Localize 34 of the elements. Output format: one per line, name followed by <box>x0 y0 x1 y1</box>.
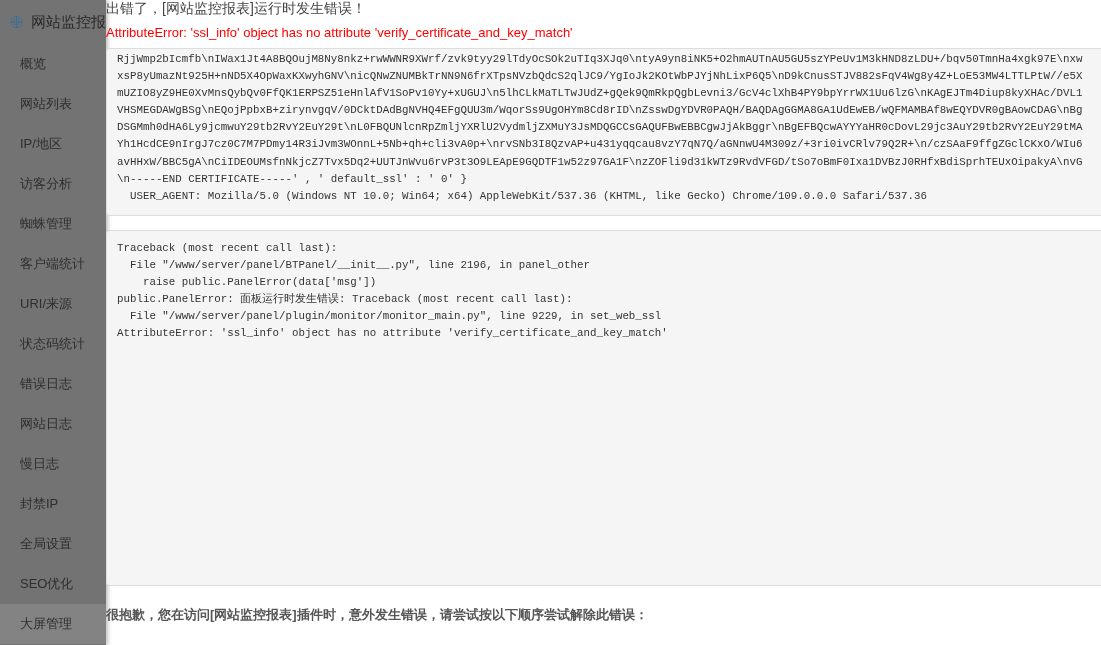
sidebar-item[interactable]: 大屏管理 <box>0 604 106 644</box>
error-message: AttributeError: 'ssl_info' object has no attribute 'verify_certificate_and_key_match' <box>106 25 574 42</box>
code-line: avHHxW/BBC5gA\nCiIDEOUMsfnNkjcZ7Tvx5Dq2+UUTJnWvu6rvP3t3O9LEApE9GQDTF1w52z97GA1F\nzZOFli9d31kWTz9RvdVFGD/tSo7oBmF0Ixa1DVBzJ0RHfxBdiSprhTEUxOipakyA\nvG <box>117 154 1083 170</box>
sidebar-item[interactable]: 封禁IP <box>0 484 106 524</box>
sidebar-item[interactable]: 状态码统计 <box>0 324 106 364</box>
traceback-line: Traceback (most recent call last): <box>117 240 338 256</box>
sidebar-item[interactable]: 错误日志 <box>0 364 106 404</box>
sidebar-item[interactable]: 访客分析 <box>0 164 106 204</box>
sidebar-title: 网站监控报 <box>31 12 106 30</box>
sidebar-item[interactable]: 网站日志 <box>0 404 106 444</box>
code-line: DSGMmh0dHA6Ly9jcmwuY29tb2RvY2EuY29t\nL0FBQUNlcnRpZmljYXRlU2VydmljZXMuY3JsMDQGCCsGAQUFBwEBBCgwJjAkBggr\nBgEFBQcwAYYYaHR0cDovL29jc3AuY29tb2RvY2EuY29tMA <box>117 120 1083 136</box>
traceback-line: File "/www/server/panel/plugin/monitor/monitor_main.py", line 9229, in set_web_ssl <box>128 309 662 325</box>
code-line: RjjWmp2bIcmfb\nIWax1Jt4A8BQOujM8Ny8nkz+rwWWNR9XWrf/zvk9tyy29lTdyOcSOk2uTIq3XJq0\ntyA9yn8iNK5+O2hmAUTnAU5GU5szYPeUv1M3kHND8zLDU+/bqv50TmnHa4xgk97E\nxw <box>117 52 1083 67</box>
sidebar-item[interactable]: 概览 <box>0 44 106 84</box>
traceback-line: raise public.PanelError(data['msg']) <box>141 275 377 291</box>
sidebar-item[interactable]: 客户端统计 <box>0 244 106 284</box>
sidebar-item[interactable]: URI/来源 <box>0 284 106 324</box>
sidebar-item[interactable]: 全局设置 <box>0 524 106 564</box>
sidebar-item[interactable]: 慢日志 <box>0 444 106 484</box>
traceback-line: AttributeError: 'ssl_info' object has no attribute 'verify_certificate_and_key_match' <box>117 326 668 342</box>
sidebar-item[interactable]: 网站列表 <box>0 84 106 124</box>
sidebar-item[interactable]: 蜘蛛管理 <box>0 204 106 244</box>
traceback-line: File "/www/server/panel/BTPanel/__init__.py", line 2196, in panel_other <box>128 257 590 273</box>
traceback-line: public.PanelError: 面板运行时发生错误: Traceback (most recent call last): <box>117 292 573 308</box>
code-line: VHSMEGDAWgBSg\nEQojPpbxB+zirynvgqV/0DCktDAdBgNVHQ4EFgQUU3m/WqorSs9UgOHYm8Cd8rID\nZsswDgYDVR0PAQH/BAQDAgGGMA8GA1UdEwEB/wQFMAMBAf8wEQYDVR0gBAowCDAG\nBg <box>117 103 1083 119</box>
code-line: mUZIO8yZ9HE0XvMnsQybQv0FfQK1ERPSZ51eHnlAfV1SoPv10Yy+xUGUJ\n5lhCLkMaTLTwJUdZ+gQek9QmRkpQgbLevni3/GcV4clXhB4PY9bpYrrWX1Uu6lzG\nKAgEJTm4Diup8kyXHAc/DVL1 <box>117 86 1083 102</box>
code-line: \n-----END CERTIFICATE-----' , ' default_ssl' : ' 0' } <box>117 171 467 187</box>
code-line: USER_AGENT: Mozilla/5.0 (Windows NT 10.0; Win64; x64) AppleWebKit/537.36 (KHTML, like Gecko) Chrome/109.0.0.0 Safari/537.36 <box>128 188 927 204</box>
apology-text: 很抱歉，您在访问[网站监控报表]插件时，意外发生错误，请尝试按以下顺序尝试解除此错误： <box>106 605 649 624</box>
sidebar-item[interactable]: IP/地区 <box>0 124 106 164</box>
error-heading: 出错了，[网站监控报表]运行时发生错误！ <box>106 0 367 16</box>
code-line: xsP8yUmazNt925H+nND5X4OpWaxKXwyhGNV\nicQNwZNUMBkTrNN9N6frXTpsNVzbQdcS2qlJC9/YgIoJk2KOtWbPJYjNhLixP6Q5\nD9kCnusSTJV882sFqV4Wg8y4Z+LoE53MW4LTTLPtW//e5X <box>117 69 1083 85</box>
code-line: Yh1HcdCE9nIrgJ7cz0C7M7PDmy14R3iJvm3WOnnL+5Nb+qh+cli3vA0p+\nrvSNb3I8QzvAP+u431yqqcau8vzY7qN7Q/aGNnwU4M309z/+3ri0ivCRlv79Q2R+\n/czSAaF9ffgZGclCKxO/WIu6 <box>117 137 1083 153</box>
sidebar-item[interactable]: SEO优化 <box>0 564 106 604</box>
